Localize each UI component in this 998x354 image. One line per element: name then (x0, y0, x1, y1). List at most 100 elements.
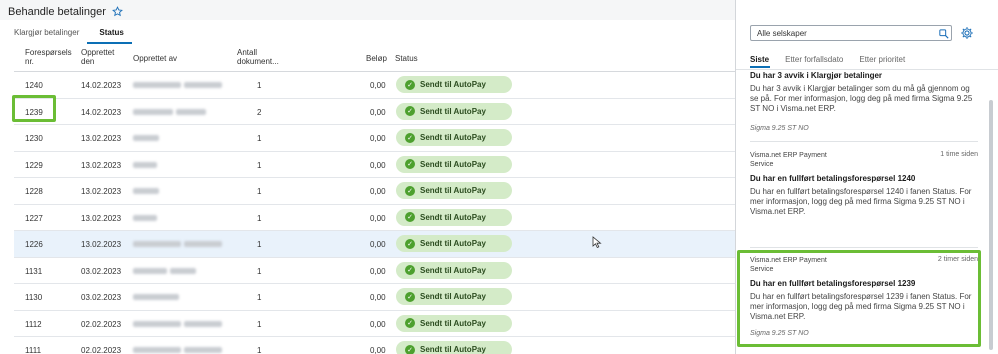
col-header-id[interactable]: Forespørsels nr. (25, 48, 79, 66)
table-row[interactable]: 1228 13.02.2023 1 0,00 ✓ Sendt til AutoPay (14, 178, 735, 205)
divider (750, 247, 978, 248)
table-row[interactable]: 1230 13.02.2023 1 0,00 ✓ Sendt til AutoPay (14, 125, 735, 152)
cell-id[interactable]: 1131 (25, 267, 42, 276)
cell-id[interactable]: 1226 (25, 240, 43, 249)
status-label: Sendt til AutoPay (420, 159, 486, 169)
annotation-highlight-notification (737, 250, 981, 347)
cell-id[interactable]: 1112 (25, 320, 42, 329)
col-header-amount[interactable]: Beløp (366, 54, 387, 63)
panel-scrollbar[interactable] (989, 100, 993, 350)
status-badge: ✓ Sendt til AutoPay (396, 288, 512, 305)
status-label: Sendt til AutoPay (420, 133, 486, 142)
cell-date: 02.02.2023 (81, 319, 122, 329)
check-circle-icon: ✓ (405, 106, 415, 116)
cell-docs: 1 (257, 266, 262, 276)
table-row[interactable]: 1240 14.02.2023 1 0,00 ✓ Sendt til AutoPay (14, 72, 735, 99)
cell-id[interactable]: 1230 (25, 134, 43, 143)
col-header-created-by[interactable]: Opprettet av (133, 54, 177, 63)
status-badge: ✓ Sendt til AutoPay (396, 155, 512, 173)
status-label: Sendt til AutoPay (420, 239, 486, 248)
check-circle-icon: ✓ (405, 238, 415, 249)
panel-tab-due-date[interactable]: Etter forfallsdato (785, 55, 843, 64)
cell-created-by-redacted (184, 241, 222, 247)
cell-id[interactable]: 1228 (25, 187, 43, 196)
table-row[interactable]: 1227 13.02.2023 1 0,00 ✓ Sendt til AutoPay (14, 205, 735, 231)
status-label: Sendt til AutoPay (420, 292, 486, 301)
cell-id[interactable]: 1130 (25, 293, 42, 302)
status-badge: ✓ Sendt til AutoPay (396, 341, 512, 354)
col-header-status[interactable]: Status (395, 54, 418, 63)
table-row[interactable]: 1111 02.02.2023 1 0,00 ✓ Sendt til AutoPay (14, 337, 735, 354)
cell-amount: 0,00 (370, 266, 386, 276)
table-row[interactable]: 1229 13.02.2023 1 0,00 ✓ Sendt til AutoPay (14, 152, 735, 178)
cell-created-by-redacted (184, 347, 222, 353)
company-filter-input[interactable]: Alle selskaper (750, 25, 952, 41)
table-body: 1240 14.02.2023 1 0,00 ✓ Sendt til AutoPay 123… (14, 72, 735, 354)
table-header: Forespørsels nr. Opprettet den Opprettet… (14, 46, 735, 72)
cell-date: 14.02.2023 (81, 107, 122, 117)
notification-body: Du har en fullført betalingsforespørsel … (750, 187, 972, 216)
cell-id[interactable]: 1111 (25, 346, 41, 354)
notification-item[interactable]: Du har 3 avvik i Klargjør betalinger Du … (750, 68, 978, 132)
cell-created-by-redacted (133, 320, 181, 327)
panel-tab-priority[interactable]: Etter prioritet (859, 55, 905, 64)
payments-table: Forespørsels nr. Opprettet den Opprettet… (14, 46, 735, 354)
cell-id[interactable]: 1227 (25, 214, 43, 223)
check-circle-icon: ✓ (405, 79, 415, 90)
status-label: Sendt til AutoPay (420, 318, 486, 328)
notification-source: Visma.net ERP Payment Service (750, 152, 827, 168)
cell-created-by-redacted (133, 135, 159, 141)
cell-created-by-redacted (133, 82, 181, 88)
cell-created-by-redacted (133, 267, 167, 274)
check-circle-icon: ✓ (405, 291, 415, 302)
panel-tabs: Siste Etter forfallsdato Etter prioritet (750, 55, 921, 64)
notification-body: Du har 3 avvik i Klargjør betalinger som… (750, 84, 973, 113)
tab-klargjor[interactable]: Klargjør betalinger (0, 24, 87, 44)
gear-icon[interactable] (960, 26, 974, 40)
cell-created-by-redacted (133, 161, 157, 168)
table-row[interactable]: 1239 14.02.2023 2 0,00 ✓ Sendt til AutoPay (14, 99, 735, 125)
cell-docs: 1 (257, 187, 262, 196)
table-row[interactable]: 1131 03.02.2023 1 0,00 ✓ Sendt til AutoPay (14, 258, 735, 284)
panel-tab-latest[interactable]: Siste (750, 55, 769, 64)
table-row[interactable]: 1112 02.02.2023 1 0,00 ✓ Sendt til AutoPay (14, 311, 735, 337)
search-icon[interactable] (939, 29, 949, 39)
cell-amount: 0,00 (370, 213, 386, 223)
cell-docs: 1 (257, 293, 262, 302)
cell-docs: 1 (257, 213, 262, 223)
cell-id[interactable]: 1240 (25, 81, 43, 90)
cell-created-by-redacted (133, 294, 179, 300)
table-row[interactable]: 1130 03.02.2023 1 0,00 ✓ Sendt til AutoPay (14, 284, 735, 311)
cell-created-by-redacted (170, 267, 196, 274)
cell-date: 13.02.2023 (81, 213, 122, 223)
notification-title: Du har 3 avvik i Klargjør betalinger (750, 71, 883, 80)
cell-docs: 1 (257, 346, 262, 354)
cell-created-by-redacted (133, 188, 159, 194)
cell-amount: 0,00 (370, 346, 386, 354)
star-icon[interactable] (111, 6, 123, 17)
cell-id[interactable]: 1229 (25, 161, 43, 170)
table-row[interactable]: 1226 13.02.2023 1 0,00 ✓ Sendt til AutoPay (14, 231, 735, 258)
cell-docs: 1 (257, 81, 262, 90)
annotation-highlight-row (12, 95, 56, 122)
cell-created-by-redacted (133, 214, 157, 221)
cell-amount: 0,00 (370, 107, 386, 117)
title-bar: Behandle betalinger (0, 0, 735, 20)
cell-date: 03.02.2023 (81, 266, 122, 276)
status-badge: ✓ Sendt til AutoPay (396, 314, 512, 332)
col-header-date[interactable]: Opprettet den (81, 48, 121, 66)
cell-docs: 1 (257, 160, 262, 170)
check-circle-icon: ✓ (405, 132, 415, 143)
main-area: Behandle betalinger Klargjør betalinger … (0, 0, 735, 354)
check-circle-icon: ✓ (405, 318, 415, 328)
page-title: Behandle betalinger (8, 5, 106, 18)
cell-amount: 0,00 (370, 187, 386, 196)
cell-created-by-redacted (133, 241, 181, 247)
status-label: Sendt til AutoPay (420, 186, 486, 195)
notification-time: 1 time siden (940, 151, 978, 158)
col-header-docs[interactable]: Antall dokument... (237, 48, 287, 66)
tab-status[interactable]: Status (87, 24, 132, 44)
status-badge: ✓ Sendt til AutoPay (396, 76, 512, 93)
notification-item[interactable]: Visma.net ERP Payment Service 1 time sid… (750, 151, 978, 217)
status-badge: ✓ Sendt til AutoPay (396, 208, 512, 226)
